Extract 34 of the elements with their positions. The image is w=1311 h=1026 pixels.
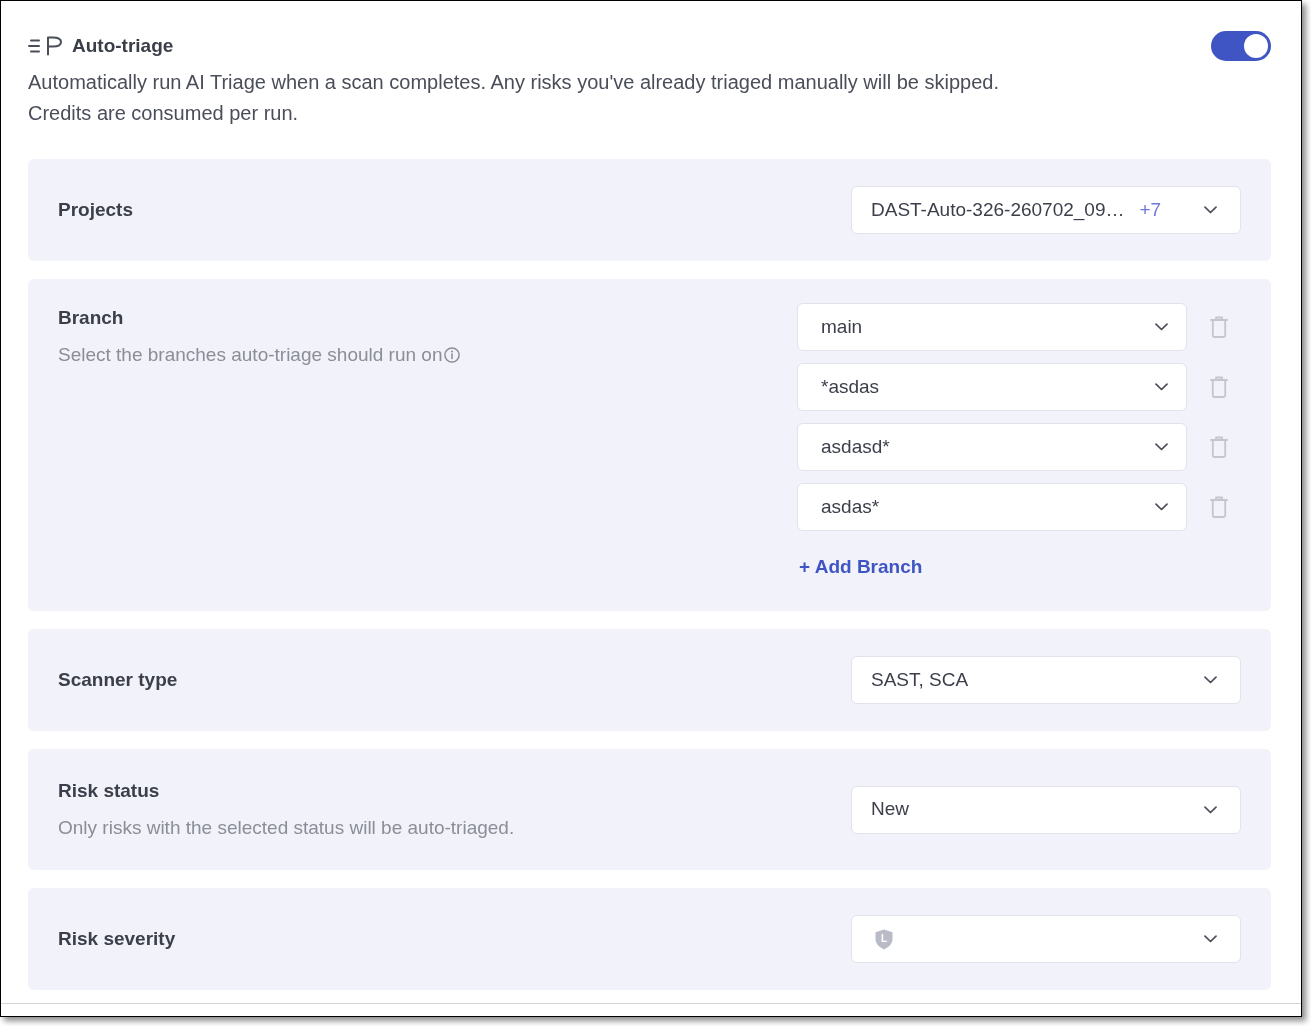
chevron-down-icon xyxy=(1204,935,1217,943)
section-description: Only risks with the selected status will be auto-triaged. xyxy=(58,816,515,840)
section-label: Branch xyxy=(58,306,124,330)
dropdown-select[interactable]: SAST, SCA xyxy=(851,656,1241,704)
chevron-down-icon xyxy=(1204,676,1217,684)
section-description: Select the branches auto-triage should run on xyxy=(58,343,443,367)
dropdown-select[interactable]: DAST-Auto-326-260702_09… +7 xyxy=(851,186,1241,234)
shield-letter-badge: L xyxy=(875,928,893,950)
description-text: Automatically run AI Triage when a scan completes. Any risks you've already triaged manually will be skipped. Credits are consumed per run. xyxy=(28,70,999,126)
trash-icon xyxy=(1210,436,1228,458)
trash-icon xyxy=(1210,316,1228,338)
section-label: Risk severity xyxy=(58,927,176,951)
chevron-down-icon xyxy=(1155,503,1168,511)
chevron-down-icon xyxy=(1155,323,1168,331)
info-icon[interactable] xyxy=(444,347,461,363)
chevron-down-icon xyxy=(1155,443,1168,451)
add-branch-link[interactable]: + Add Branch xyxy=(799,552,923,582)
branch-select[interactable]: *asdas xyxy=(797,363,1187,411)
more-projects-count: +7 xyxy=(1139,197,1162,222)
chevron-down-icon xyxy=(1204,805,1217,814)
branch-select[interactable]: asdasd* xyxy=(797,423,1187,471)
dropdown-select[interactable]: New xyxy=(851,785,1241,834)
section-title: Auto-triage xyxy=(72,33,174,58)
section-label: Projects xyxy=(58,198,133,222)
trash-icon xyxy=(1210,496,1228,518)
trash-icon xyxy=(1210,376,1228,398)
lines-flag-icon xyxy=(28,36,64,56)
branch-select[interactable]: asdas* xyxy=(797,483,1187,531)
chevron-down-icon xyxy=(1155,383,1168,391)
section-label: Risk status xyxy=(58,779,160,803)
branch-select[interactable]: main xyxy=(797,303,1187,351)
chevron-down-icon xyxy=(1204,206,1217,214)
section-label: Scanner type xyxy=(58,668,178,692)
toggle-switch[interactable] xyxy=(1211,31,1271,61)
